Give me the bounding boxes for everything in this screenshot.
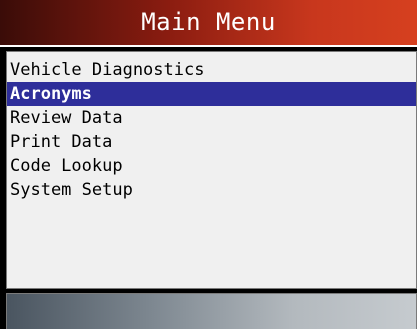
page-title: Main Menu [141, 8, 276, 36]
menu-item-review-data[interactable]: Review Data [7, 106, 416, 130]
menu-item-acronyms[interactable]: Acronyms [7, 82, 416, 106]
title-bar: Main Menu [0, 0, 417, 47]
menu-item-print-data[interactable]: Print Data [7, 130, 416, 154]
menu-item-vehicle-diagnostics[interactable]: Vehicle Diagnostics [7, 58, 416, 82]
menu-item-code-lookup[interactable]: Code Lookup [7, 154, 416, 178]
main-menu-list: Vehicle Diagnostics Acronyms Review Data… [7, 58, 416, 202]
status-bar [6, 293, 417, 329]
menu-panel: Vehicle Diagnostics Acronyms Review Data… [6, 51, 417, 289]
scan-tool-screen: Main Menu Vehicle Diagnostics Acronyms R… [0, 0, 417, 329]
menu-item-system-setup[interactable]: System Setup [7, 178, 416, 202]
